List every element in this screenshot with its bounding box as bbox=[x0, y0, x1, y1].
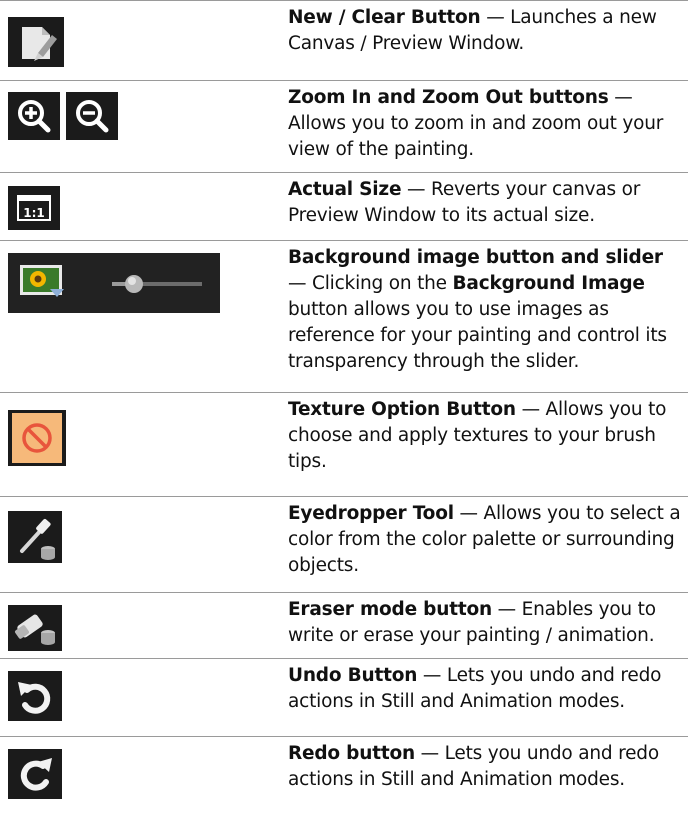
row-description: Texture Option Button — Allows you to ch… bbox=[288, 399, 667, 472]
redo-icon bbox=[8, 749, 62, 799]
table-row: Background image button and slider — Cli… bbox=[0, 240, 688, 393]
row-description: Redo button — Lets you undo and redo act… bbox=[288, 743, 659, 790]
row-description: Zoom In and Zoom Out buttons — Allows yo… bbox=[288, 87, 664, 160]
zoom-in-icon bbox=[8, 92, 60, 140]
actual-size-label: 1:1 bbox=[23, 206, 45, 220]
table-row: Zoom In and Zoom Out buttons — Allows yo… bbox=[0, 80, 688, 173]
eraser-mode-icon bbox=[8, 605, 62, 651]
table-row: Redo button — Lets you undo and redo act… bbox=[0, 736, 688, 815]
row-description: New / Clear Button — Launches a new Canv… bbox=[288, 7, 657, 54]
table-row: New / Clear Button — Launches a new Canv… bbox=[0, 0, 688, 81]
table-row: Eyedropper Tool — Allows you to select a… bbox=[0, 496, 688, 593]
table-row: Texture Option Button — Allows you to ch… bbox=[0, 392, 688, 497]
zoom-out-icon bbox=[66, 92, 118, 140]
background-image-control bbox=[8, 253, 220, 313]
background-image-icon bbox=[20, 265, 64, 297]
table-row: Eraser mode button — Enables you to writ… bbox=[0, 592, 688, 659]
row-description: Actual Size — Reverts your canvas or Pre… bbox=[288, 179, 641, 226]
row-description: Eyedropper Tool — Allows you to select a… bbox=[288, 503, 681, 576]
actual-size-icon: 1:1 bbox=[8, 186, 60, 230]
texture-option-icon bbox=[8, 410, 66, 466]
row-description: Background image button and slider — Cli… bbox=[288, 247, 667, 372]
new-clear-icon bbox=[8, 17, 64, 67]
table-row: 1:1 Actual Size — Reverts your canvas or… bbox=[0, 172, 688, 241]
eyedropper-icon bbox=[8, 511, 62, 563]
undo-icon bbox=[8, 671, 62, 721]
row-description: Undo Button — Lets you undo and redo act… bbox=[288, 665, 662, 712]
row-description: Eraser mode button — Enables you to writ… bbox=[288, 599, 656, 646]
table-row: Undo Button — Lets you undo and redo act… bbox=[0, 658, 688, 737]
